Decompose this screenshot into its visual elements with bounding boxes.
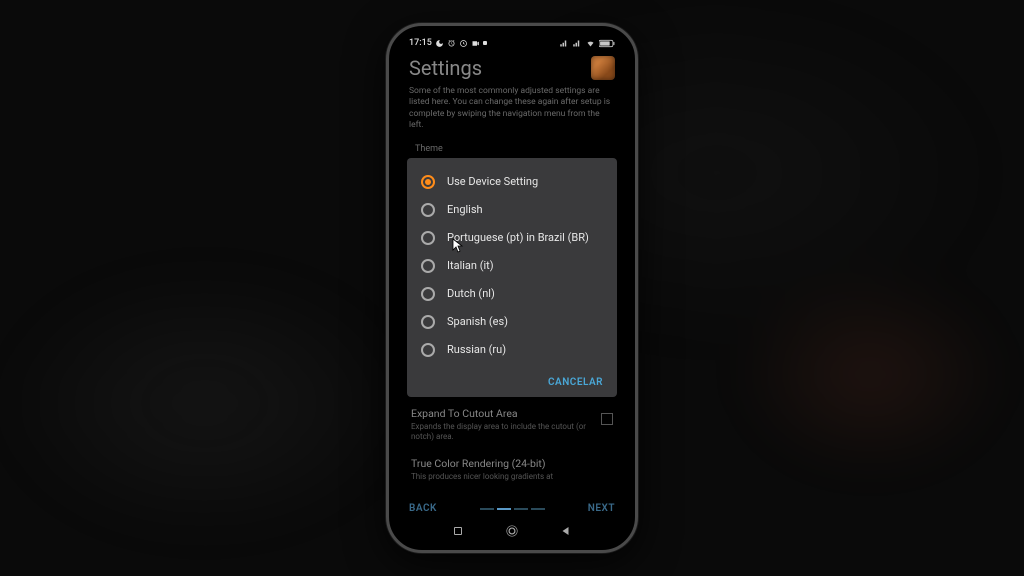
option-label: Portuguese (pt) in Brazil (BR) (447, 231, 589, 244)
signal-icon (559, 39, 569, 48)
home-button[interactable] (505, 524, 519, 538)
content-area: Settings Some of the most commonly adjus… (395, 50, 629, 482)
phone-frame: 17:15 Settings Some of the most commonly… (386, 23, 638, 553)
progress-indicator (480, 508, 545, 510)
option-label: Use Device Setting (447, 175, 538, 188)
cancel-button[interactable]: CANCELAR (548, 377, 603, 388)
option-label: Italian (it) (447, 259, 494, 272)
setting-desc: Expands the display area to include the … (411, 422, 591, 443)
radio-icon (421, 315, 435, 329)
moon-icon (435, 39, 444, 48)
clock-icon (459, 39, 468, 48)
setting-expand-cutout[interactable]: Expand To Cutout Area Expands the displa… (409, 397, 615, 447)
video-icon (471, 39, 480, 48)
wifi-icon (585, 39, 596, 48)
option-dutch[interactable]: Dutch (nl) (407, 280, 617, 308)
next-button[interactable]: NEXT (588, 503, 615, 514)
option-english[interactable]: English (407, 196, 617, 224)
radio-icon (421, 203, 435, 217)
option-label: English (447, 203, 483, 216)
volume-down-button (386, 196, 387, 228)
signal2-icon (572, 39, 582, 48)
section-label-theme: Theme (409, 144, 615, 154)
radio-icon (421, 175, 435, 189)
option-label: Dutch (nl) (447, 287, 495, 300)
option-russian[interactable]: Russian (ru) (407, 336, 617, 364)
status-dot-icon (483, 41, 487, 45)
option-use-device[interactable]: Use Device Setting (407, 168, 617, 196)
alarm-icon (447, 39, 456, 48)
option-italian[interactable]: Italian (it) (407, 252, 617, 280)
volume-up-button (386, 156, 387, 188)
setting-title: Expand To Cutout Area (411, 407, 591, 420)
radio-icon (421, 231, 435, 245)
back-button[interactable]: BACK (409, 503, 437, 514)
page-subtitle: Some of the most commonly adjusted setti… (409, 86, 615, 132)
option-label: Spanish (es) (447, 315, 508, 328)
radio-icon (421, 343, 435, 357)
android-nav-bar (395, 524, 629, 538)
option-label: Russian (ru) (447, 343, 506, 356)
battery-icon (599, 39, 615, 48)
radio-icon (421, 287, 435, 301)
status-time: 17:15 (409, 38, 432, 48)
status-bar: 17:15 (395, 32, 629, 50)
recents-button[interactable] (451, 524, 465, 538)
setting-true-color[interactable]: True Color Rendering (24-bit) This produ… (409, 447, 615, 482)
power-button (637, 176, 638, 226)
phone-screen: 17:15 Settings Some of the most commonly… (395, 32, 629, 544)
wizard-nav: BACK NEXT (409, 503, 615, 514)
page-title: Settings (409, 56, 482, 80)
setting-desc: This produces nicer looking gradients at (411, 472, 613, 482)
back-nav-button[interactable] (559, 524, 573, 538)
language-dialog: Use Device Setting English Portuguese (p… (407, 158, 617, 397)
option-spanish[interactable]: Spanish (es) (407, 308, 617, 336)
setting-title: True Color Rendering (24-bit) (411, 457, 613, 470)
checkbox-expand[interactable] (601, 413, 613, 425)
avatar[interactable] (591, 56, 615, 80)
option-portuguese[interactable]: Portuguese (pt) in Brazil (BR) (407, 224, 617, 252)
radio-icon (421, 259, 435, 273)
